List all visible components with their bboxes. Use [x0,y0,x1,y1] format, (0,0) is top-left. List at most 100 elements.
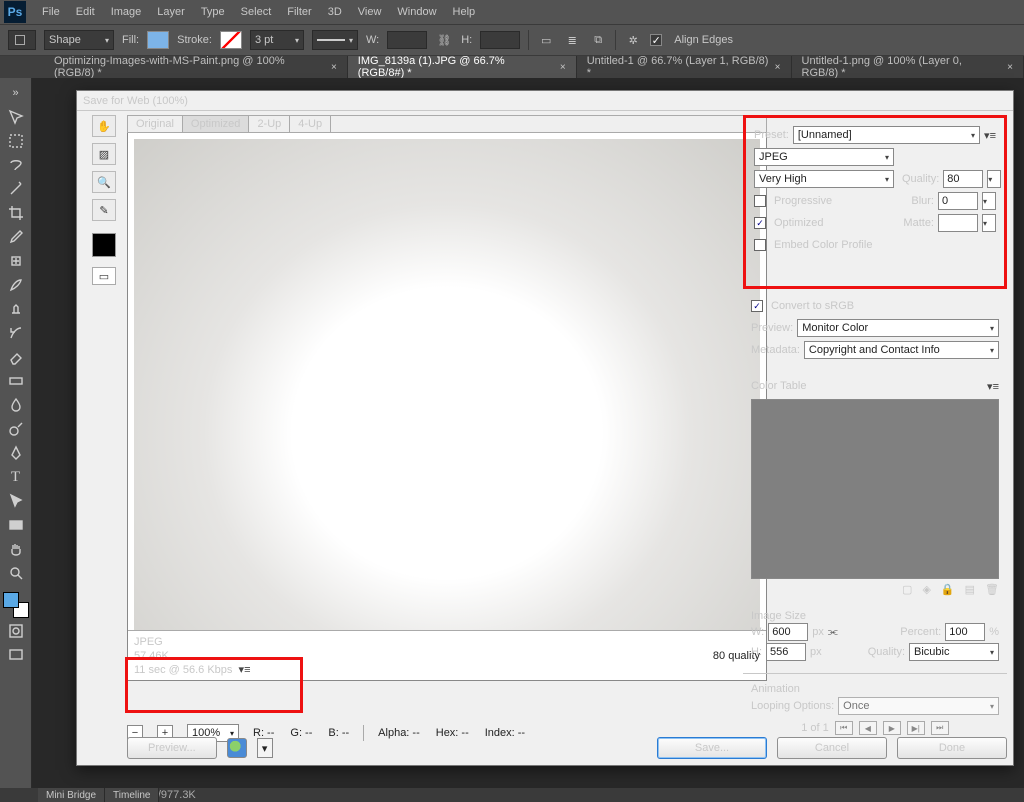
view-tab-2up[interactable]: 2-Up [249,116,290,132]
view-tab-optimized[interactable]: Optimized [183,116,250,132]
menu-type[interactable]: Type [193,6,233,18]
screen-mode-icon[interactable] [4,644,28,666]
menu-file[interactable]: File [34,6,68,18]
browser-preview-icon[interactable] [227,738,247,758]
metadata-dropdown[interactable]: Copyright and Contact Info [804,341,999,359]
hand-tool-icon[interactable] [4,538,28,560]
path-ops-icon[interactable]: ▭ [537,31,555,49]
zoom-icon[interactable]: 🔍 [92,171,116,193]
preset-dropdown[interactable]: [Unnamed] [793,126,980,144]
close-icon[interactable]: × [560,62,566,73]
next-frame-button[interactable]: ▶| [907,721,925,735]
play-button[interactable]: ▶ [883,721,901,735]
view-tab-4up[interactable]: 4-Up [290,116,331,132]
eyedropper-color-swatch[interactable] [92,233,116,257]
menu-edit[interactable]: Edit [68,6,103,18]
preset-menu-icon[interactable]: ▾≡ [984,129,996,142]
crop-tool-icon[interactable] [4,202,28,224]
stroke-style-dropdown[interactable] [312,30,358,50]
matte-dropdown-icon[interactable] [982,214,996,232]
preview-button[interactable]: Preview... [127,737,217,759]
blur-tool-icon[interactable] [4,394,28,416]
slice-select-icon[interactable]: ▨ [92,143,116,165]
rectangle-tool-icon[interactable] [4,514,28,536]
zoom-tool-icon[interactable] [4,562,28,584]
quality-input[interactable] [943,170,983,188]
menu-help[interactable]: Help [445,6,484,18]
hand-icon[interactable]: ✋ [92,115,116,137]
height-field[interactable] [480,31,520,49]
magic-wand-tool-icon[interactable] [4,178,28,200]
dodge-tool-icon[interactable] [4,418,28,440]
pen-tool-icon[interactable] [4,442,28,464]
width-field[interactable] [387,31,427,49]
optimized-checkbox[interactable]: ✓ [754,217,766,229]
type-tool-icon[interactable]: T [4,466,28,488]
menu-select[interactable]: Select [233,6,280,18]
lasso-tool-icon[interactable] [4,154,28,176]
matte-color-swatch[interactable] [938,214,978,232]
eyedropper-icon[interactable]: ✎ [92,199,116,221]
ct-lock-icon[interactable]: 🔒 [941,583,955,596]
image-preview[interactable]: JPEG 57.46K 11 sec @ 56.6 Kbps ▾≡ 80 qua… [127,133,767,681]
eraser-tool-icon[interactable] [4,346,28,368]
ct-trash-icon[interactable]: 🗑 [985,583,999,596]
healing-brush-tool-icon[interactable] [4,250,28,272]
clone-stamp-tool-icon[interactable] [4,298,28,320]
ct-map-icon[interactable]: ▤ [965,583,975,596]
first-frame-button[interactable]: ⏮ [835,721,853,735]
resample-dropdown[interactable]: Bicubic [909,643,999,661]
panel-tab-minibridge[interactable]: Mini Bridge [38,788,105,802]
document-tab[interactable]: Untitled-1.png @ 100% (Layer 0, RGB/8) *… [792,56,1024,78]
brush-tool-icon[interactable] [4,274,28,296]
gradient-tool-icon[interactable] [4,370,28,392]
constrain-proportions-icon[interactable]: ⫘ [828,626,838,639]
last-frame-button[interactable]: ⏭ [931,721,949,735]
close-icon[interactable]: × [775,62,781,73]
menu-view[interactable]: View [350,6,390,18]
history-brush-tool-icon[interactable] [4,322,28,344]
image-width-input[interactable] [768,623,808,641]
menu-image[interactable]: Image [103,6,150,18]
progressive-checkbox[interactable] [754,195,766,207]
document-tab[interactable]: Untitled-1 @ 66.7% (Layer 1, RGB/8) *× [577,56,792,78]
file-format-dropdown[interactable]: JPEG [754,148,894,166]
quality-level-dropdown[interactable]: Very High [754,170,894,188]
path-select-tool-icon[interactable] [4,490,28,512]
stroke-color-swatch[interactable] [220,31,242,49]
close-icon[interactable]: × [1007,62,1013,73]
path-arrange-icon[interactable]: ⧉ [589,31,607,49]
color-table-menu-icon[interactable]: ▾≡ [987,380,999,393]
ct-new-icon[interactable]: ▢ [902,583,912,596]
foreground-background-color[interactable] [3,592,29,618]
prev-frame-button[interactable]: ◀ [859,721,877,735]
browser-preview-dropdown[interactable]: ▾ [257,738,273,758]
document-tab[interactable]: Optimizing-Images-with-MS-Paint.png @ 10… [44,56,348,78]
fill-color-swatch[interactable] [147,31,169,49]
stroke-width-dropdown[interactable]: 3 pt [250,30,304,50]
view-tab-original[interactable]: Original [128,116,183,132]
link-wh-icon[interactable]: ⛓ [435,31,453,49]
close-icon[interactable]: × [331,62,337,73]
gear-icon[interactable]: ✲ [624,31,642,49]
menu-filter[interactable]: Filter [279,6,319,18]
blur-slider-icon[interactable] [982,192,996,210]
image-height-input[interactable] [766,643,806,661]
slice-visibility-toggle[interactable]: ▭ [92,267,116,285]
convert-srgb-checkbox[interactable]: ✓ [751,300,763,312]
marquee-tool-icon[interactable] [4,130,28,152]
menu-layer[interactable]: Layer [149,6,193,18]
image-percent-input[interactable] [945,623,985,641]
move-tool-icon[interactable] [4,106,28,128]
path-align-icon[interactable]: ≣ [563,31,581,49]
embed-profile-checkbox[interactable] [754,239,766,251]
menu-window[interactable]: Window [389,6,444,18]
tool-preset-picker[interactable] [8,30,36,50]
align-edges-checkbox[interactable]: ✓ [650,34,662,46]
quality-slider-icon[interactable] [987,170,1001,188]
quick-mask-icon[interactable] [4,620,28,642]
ct-web-icon[interactable]: ◈ [922,583,930,596]
eyedropper-tool-icon[interactable] [4,226,28,248]
document-tab[interactable]: IMG_8139a (1).JPG @ 66.7% (RGB/8#) *× [348,56,577,78]
blur-input[interactable] [938,192,978,210]
